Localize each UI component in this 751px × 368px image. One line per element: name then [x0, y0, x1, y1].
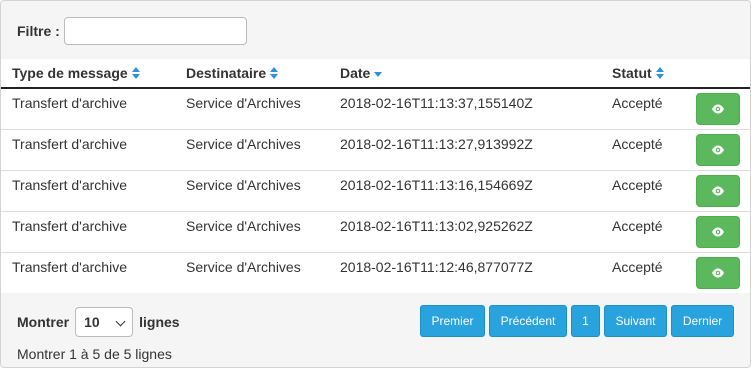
- cell-actions: [686, 88, 750, 130]
- page-size-control: Montrer 10 lignes: [17, 307, 180, 337]
- cell-date: 2018-02-16T11:13:37,155140Z: [340, 95, 533, 111]
- cell-actions: [686, 211, 750, 253]
- cell-status: Accepté: [601, 170, 686, 212]
- cell-status: Accepté: [601, 211, 686, 253]
- column-header-actions: [686, 59, 750, 89]
- cell-date: 2018-02-16T11:13:16,154669Z: [329, 170, 601, 212]
- sort-both-icon: [270, 67, 279, 79]
- view-message-button[interactable]: [696, 134, 740, 166]
- page-size-value: 10: [84, 314, 100, 330]
- filter-row: Filtre :: [17, 17, 247, 45]
- cell-status: Accepté: [612, 95, 663, 111]
- page-size-select[interactable]: 10: [75, 307, 134, 337]
- eye-icon: [711, 186, 725, 196]
- cell-recipient: Service d'Archives: [175, 211, 329, 253]
- show-label: Montrer: [17, 314, 70, 330]
- cell-type: Transfert d'archive: [1, 211, 175, 253]
- chevron-down-icon: [115, 316, 126, 327]
- table-row: Transfert d'archive Service d'Archives 201…: [1, 211, 750, 253]
- previous-page-button[interactable]: Précédent: [489, 305, 567, 337]
- cell-actions: [686, 252, 750, 293]
- page-1-button[interactable]: 1: [571, 305, 600, 337]
- cell-date: 2018-02-16T11:13:27,913992Z: [329, 129, 601, 171]
- messages-table: Type de message Destinataire Date Statut…: [1, 59, 750, 293]
- column-header-type[interactable]: Type de message: [1, 59, 175, 89]
- view-message-button[interactable]: [696, 216, 740, 248]
- table-header-row: Type de message Destinataire Date Statut: [1, 59, 750, 89]
- table-row: Transfert d'archive Service d'Archives 201…: [1, 170, 750, 212]
- cell-recipient: Service d'Archives: [186, 95, 301, 111]
- cell-recipient: Service d'Archives: [175, 252, 329, 293]
- table-row: Transfert d'archive Service d'Archives 201…: [1, 88, 750, 130]
- message-list-panel: Filtre : Type de message Destinataire Da…: [0, 0, 751, 368]
- filter-label: Filtre :: [17, 23, 60, 39]
- lines-label: lignes: [139, 314, 180, 330]
- last-page-button[interactable]: Dernier: [671, 305, 734, 337]
- cell-type: Transfert d'archive: [12, 95, 127, 111]
- cell-status: Accepté: [601, 129, 686, 171]
- cell-date: 2018-02-16T11:13:02,925262Z: [329, 211, 601, 253]
- column-header-date[interactable]: Date: [329, 59, 601, 89]
- cell-date: 2018-02-16T11:12:46,877077Z: [329, 252, 601, 293]
- eye-icon: [711, 227, 725, 237]
- sort-both-icon: [131, 67, 140, 79]
- cell-status: Accepté: [601, 252, 686, 293]
- first-page-button[interactable]: Premier: [420, 305, 485, 337]
- column-header-recipient[interactable]: Destinataire: [175, 59, 329, 89]
- eye-icon: [711, 145, 725, 155]
- column-header-status[interactable]: Statut: [601, 59, 686, 89]
- cell-recipient: Service d'Archives: [175, 129, 329, 171]
- cell-type: Transfert d'archive: [1, 252, 175, 293]
- cell-actions: [686, 170, 750, 212]
- view-message-button[interactable]: [696, 93, 740, 125]
- view-message-button[interactable]: [696, 175, 740, 207]
- cell-actions: [686, 129, 750, 171]
- pagination: Premier Précédent 1 Suivant Dernier: [420, 305, 738, 337]
- cell-type: Transfert d'archive: [1, 170, 175, 212]
- table-row: Transfert d'archive Service d'Archives 201…: [1, 129, 750, 171]
- sort-both-icon: [655, 67, 664, 79]
- cell-recipient: Service d'Archives: [175, 170, 329, 212]
- sort-desc-icon: [374, 67, 383, 79]
- table-info: Montrer 1 à 5 de 5 lignes: [17, 346, 172, 362]
- eye-icon: [711, 268, 725, 278]
- next-page-button[interactable]: Suivant: [604, 305, 667, 337]
- view-message-button[interactable]: [696, 257, 740, 289]
- cell-type: Transfert d'archive: [1, 129, 175, 171]
- table-row: Transfert d'archive Service d'Archives 201…: [1, 252, 750, 293]
- eye-icon: [711, 104, 725, 114]
- filter-input[interactable]: [63, 17, 247, 45]
